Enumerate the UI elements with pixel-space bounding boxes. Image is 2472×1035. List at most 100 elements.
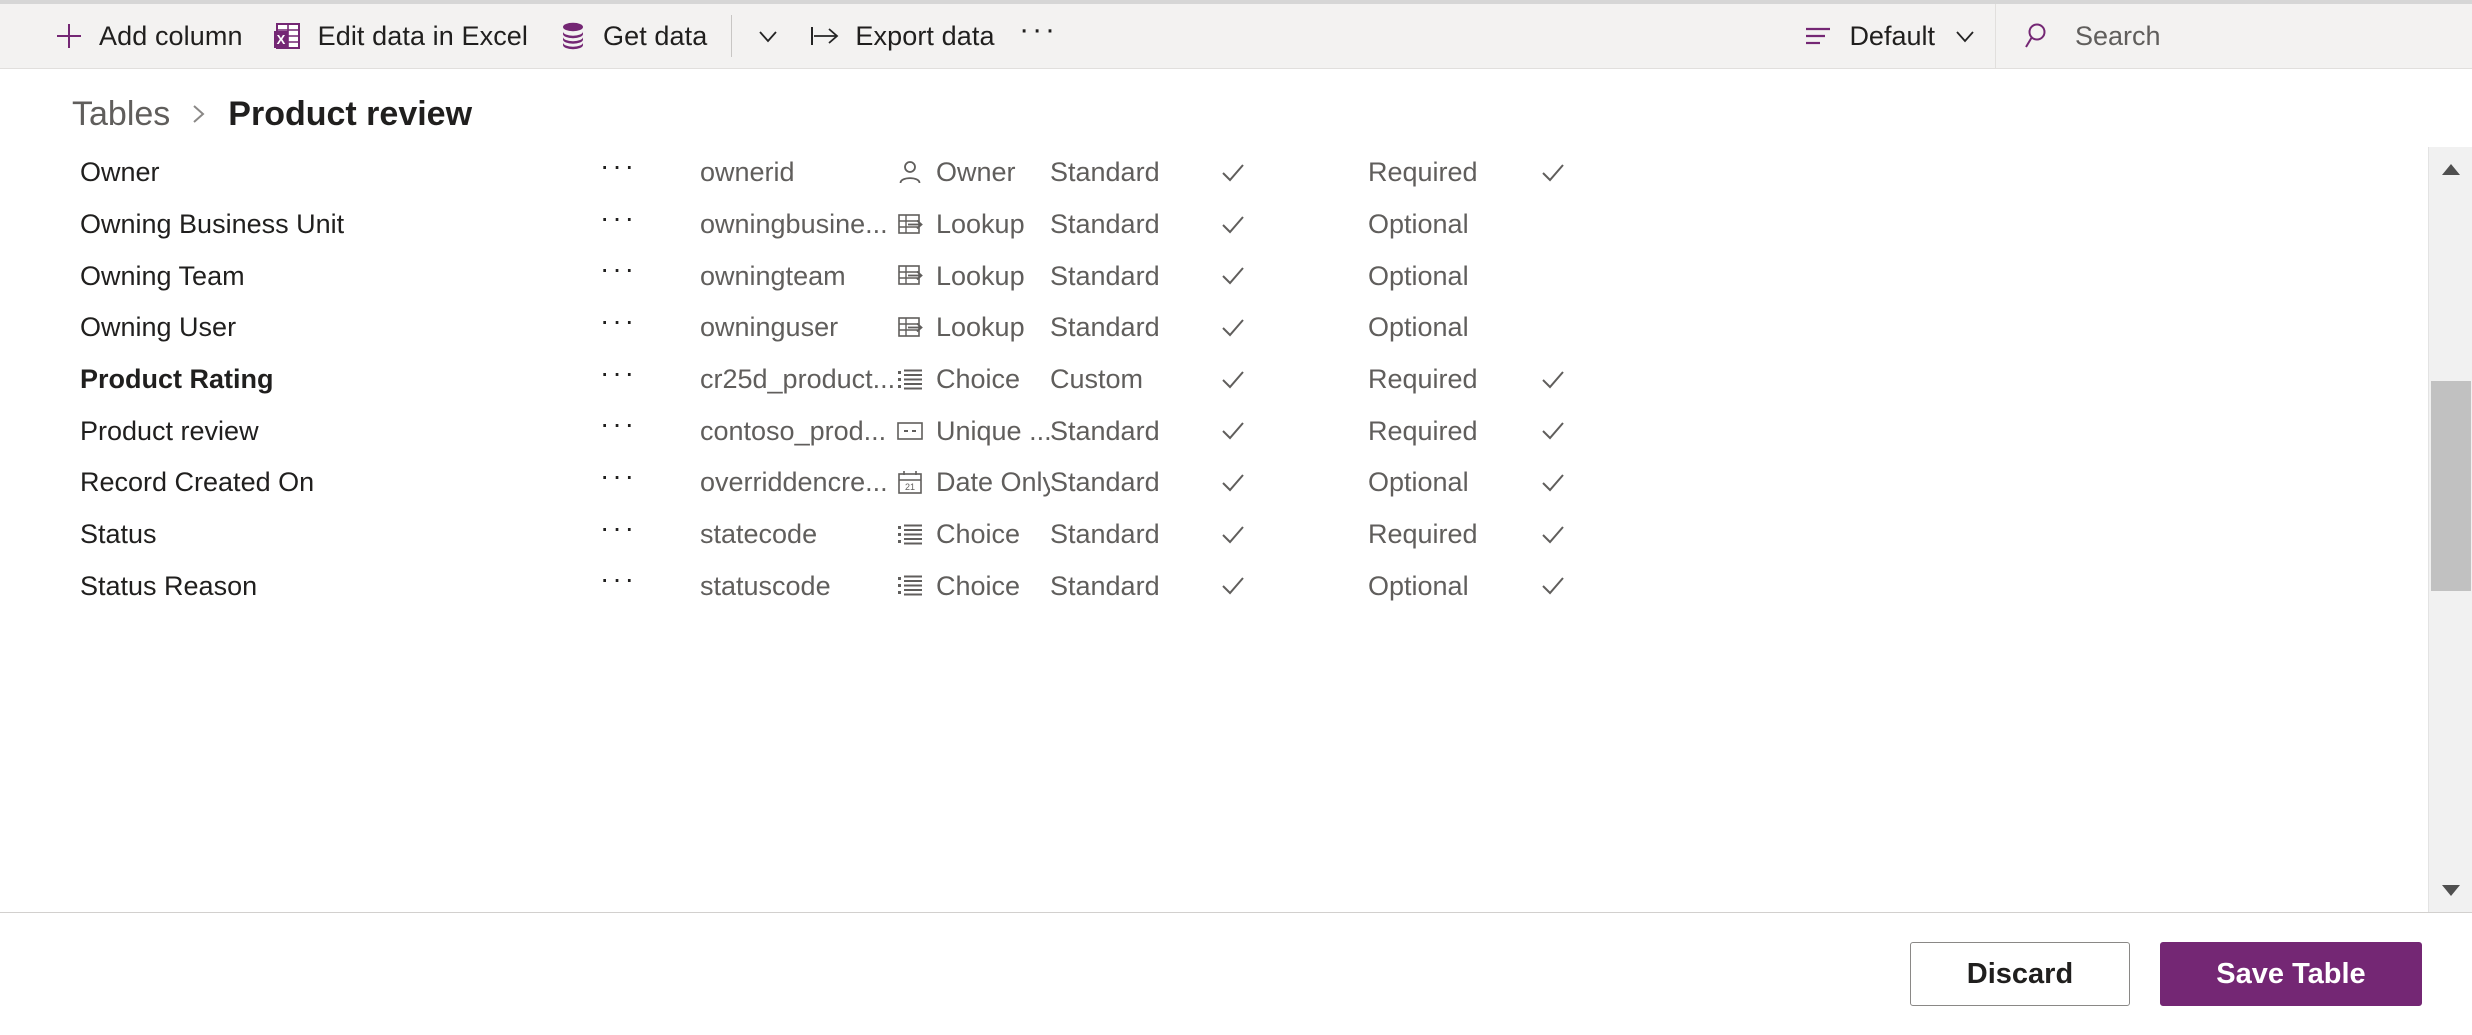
column-searchable-cell [1538, 416, 1678, 446]
row-more-options-button[interactable]: ··· [600, 408, 700, 454]
column-data-type: Choice [895, 364, 1050, 395]
export-data-button[interactable]: Export data [794, 4, 1008, 68]
export-data-label: Export data [855, 20, 995, 51]
row-more-options-button[interactable]: ··· [600, 512, 700, 558]
table-row[interactable]: Owning User ··· owninguser Lookup Standard Op… [0, 302, 2428, 354]
row-more-options-button[interactable]: ··· [600, 357, 700, 403]
column-type: Standard [1050, 312, 1160, 343]
scroll-down-arrow-icon[interactable] [2429, 868, 2472, 912]
check-icon [1218, 210, 1248, 240]
row-more-options-button[interactable]: ··· [600, 150, 700, 196]
table-row[interactable]: Owning Business Unit ··· owningbusine... Lo… [0, 199, 2428, 251]
column-customizable-cell [1218, 261, 1368, 291]
column-required-level: Required [1368, 415, 1478, 446]
chevron-right-icon [186, 99, 212, 129]
table-row[interactable]: Owner ··· ownerid Owner Standard Required [0, 147, 2428, 199]
check-icon [1218, 365, 1248, 395]
check-icon [1218, 313, 1248, 343]
get-data-button[interactable]: Get data [542, 4, 721, 68]
column-data-type-label: Choice [936, 519, 1021, 550]
add-column-button[interactable]: Add column [38, 4, 257, 68]
column-type: Standard [1050, 570, 1160, 601]
command-bar-overflow-button[interactable]: ··· [1009, 4, 1069, 68]
column-customizable-cell [1218, 313, 1368, 343]
column-display-name: Status Reason [80, 570, 258, 601]
column-searchable-cell [1538, 571, 1678, 601]
breadcrumb: Tables Product review [0, 69, 2472, 147]
column-type: Standard [1050, 519, 1160, 550]
excel-icon: X [271, 19, 305, 53]
check-icon [1538, 520, 1568, 550]
table-row[interactable]: Record Created On ··· overriddencre... 21 Da… [0, 457, 2428, 509]
check-icon [1538, 416, 1568, 446]
discard-button[interactable]: Discard [1910, 942, 2130, 1006]
svg-text:X: X [276, 32, 285, 47]
unique-identifier-icon [895, 418, 925, 444]
column-display-name: Owning Team [80, 260, 245, 291]
footer-action-bar: Discard Save Table [0, 912, 2472, 1035]
scrollbar-thumb[interactable] [2431, 381, 2471, 591]
column-searchable-cell [1538, 468, 1678, 498]
table-row[interactable]: Owning Team ··· owningteam Lookup Standard Op… [0, 250, 2428, 302]
view-picker[interactable]: Default [1781, 4, 1995, 68]
scrollbar-track[interactable] [2429, 191, 2472, 868]
column-customizable-cell [1218, 520, 1368, 550]
grid-vertical-scrollbar[interactable] [2428, 147, 2472, 912]
column-display-name: Product review [80, 415, 259, 446]
search-input[interactable] [2075, 20, 2435, 52]
choice-icon [895, 572, 925, 600]
search-box[interactable] [1995, 4, 2472, 68]
column-type: Custom [1050, 364, 1144, 395]
row-more-options-button[interactable]: ··· [600, 563, 700, 609]
column-data-type-label: Lookup [936, 312, 1025, 343]
check-icon [1218, 571, 1248, 601]
column-required-level: Optional [1368, 312, 1469, 343]
column-type: Standard [1050, 157, 1160, 188]
breadcrumb-tables-link[interactable]: Tables [72, 97, 170, 131]
column-display-name: Owner [80, 157, 160, 188]
table-row[interactable]: Status ··· statecode Choice Standard Required [0, 509, 2428, 561]
column-required-level: Optional [1368, 209, 1469, 240]
column-data-type: Unique ... [895, 416, 1050, 447]
row-more-options-button[interactable]: ··· [600, 253, 700, 299]
row-more-options-button[interactable]: ··· [600, 202, 700, 248]
column-customizable-cell [1218, 416, 1368, 446]
add-column-label: Add column [99, 20, 243, 51]
check-icon [1218, 520, 1248, 550]
choice-icon [895, 521, 925, 549]
column-data-type-label: Lookup [936, 260, 1025, 291]
column-display-name: Owning Business Unit [80, 209, 345, 240]
column-customizable-cell [1218, 210, 1368, 240]
view-list-icon [1803, 23, 1835, 49]
table-row[interactable]: Product review ··· contoso_prod... Unique .… [0, 405, 2428, 457]
column-logical-name: owningteam [700, 260, 846, 291]
check-icon [1218, 158, 1248, 188]
column-type: Standard [1050, 209, 1160, 240]
edit-data-in-excel-button[interactable]: X Edit data in Excel [257, 4, 542, 68]
column-display-name: Status [80, 519, 157, 550]
get-data-chevron-down-icon[interactable] [742, 4, 794, 68]
column-data-type-label: Choice [936, 364, 1021, 395]
column-data-type: Choice [895, 519, 1050, 550]
person-icon [895, 158, 925, 188]
command-bar-divider [731, 15, 733, 57]
column-customizable-cell [1218, 365, 1368, 395]
check-icon [1538, 571, 1568, 601]
save-table-button[interactable]: Save Table [2160, 942, 2422, 1006]
page-title: Product review [228, 95, 473, 133]
table-row[interactable]: Product Rating ··· cr25d_product... Choice C… [0, 354, 2428, 406]
get-data-label: Get data [603, 20, 708, 51]
column-required-level: Optional [1368, 260, 1469, 291]
column-required-level: Required [1368, 519, 1478, 550]
column-data-type: Lookup [895, 261, 1050, 292]
scroll-up-arrow-icon[interactable] [2429, 147, 2472, 191]
export-icon [808, 19, 842, 53]
search-icon [2023, 20, 2055, 52]
database-icon [556, 19, 590, 53]
column-type: Standard [1050, 467, 1160, 498]
row-more-options-button[interactable]: ··· [600, 305, 700, 351]
table-row[interactable]: Status Reason ··· statuscode Choice Standard… [0, 561, 2428, 613]
column-required-level: Optional [1368, 467, 1469, 498]
row-more-options-button[interactable]: ··· [600, 460, 700, 506]
column-searchable-cell [1538, 158, 1678, 188]
